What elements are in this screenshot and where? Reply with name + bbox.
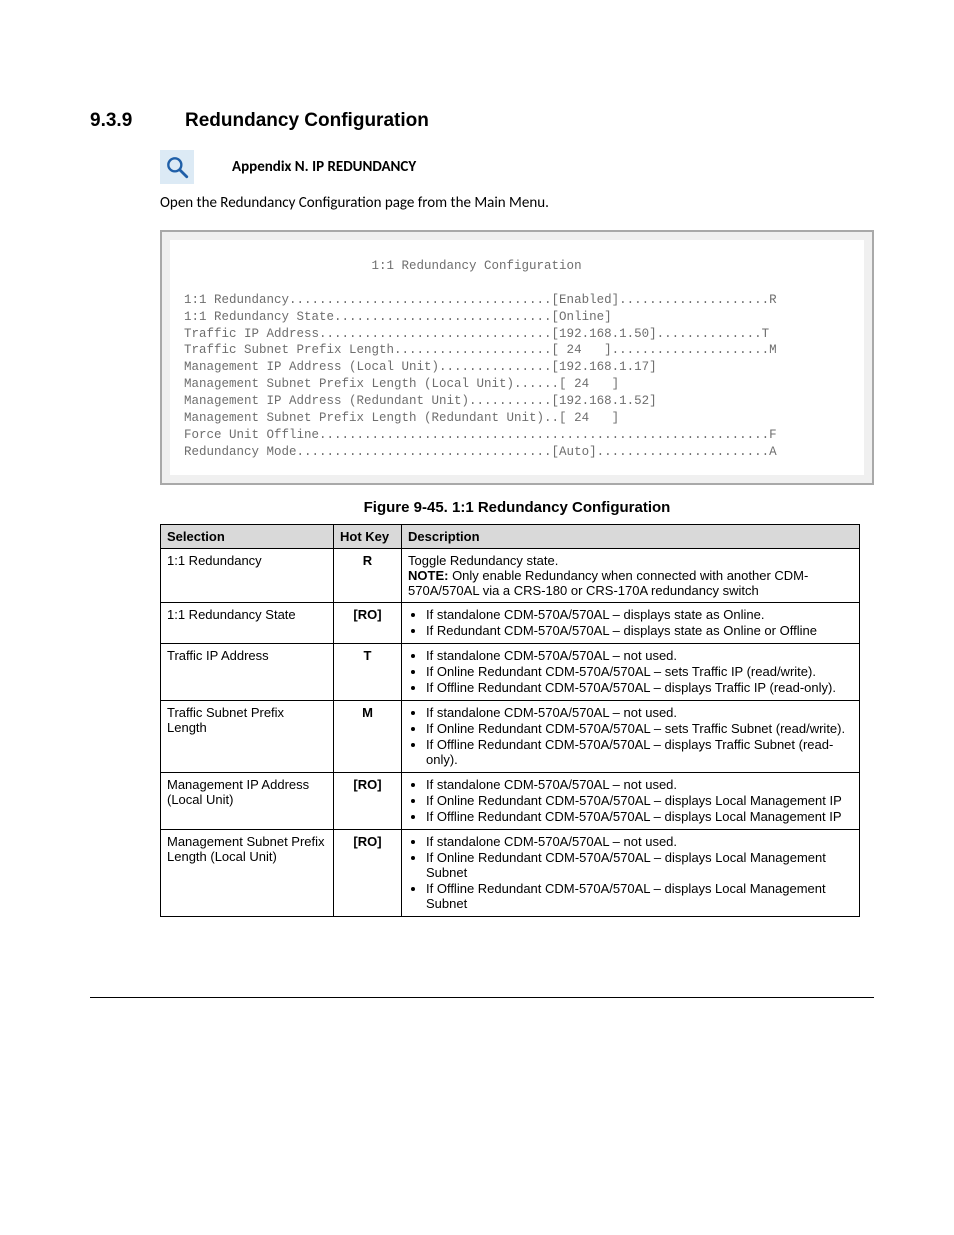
- cell-selection: 1:1 Redundancy State: [161, 602, 334, 643]
- magnifier-icon: [160, 150, 194, 184]
- cell-selection: Traffic IP Address: [161, 643, 334, 700]
- note-label: NOTE:: [408, 568, 448, 583]
- intro-text: Open the Redundancy Configuration page f…: [160, 194, 874, 212]
- section-heading: 9.3.9Redundancy Configuration: [90, 110, 874, 132]
- desc-list: If standalone CDM-570A/570AL – displays …: [408, 607, 853, 638]
- desc-list: If standalone CDM-570A/570AL – not used.…: [408, 777, 853, 824]
- footer-rule: [90, 997, 874, 998]
- cell-description: Toggle Redundancy state.NOTE: Only enabl…: [402, 548, 860, 602]
- figure-caption: Figure 9-45. 1:1 Redundancy Configuratio…: [160, 499, 874, 516]
- cell-description: If standalone CDM-570A/570AL – displays …: [402, 602, 860, 643]
- list-item: If standalone CDM-570A/570AL – not used.: [426, 648, 853, 663]
- cell-description: If standalone CDM-570A/570AL – not used.…: [402, 829, 860, 916]
- section-number: 9.3.9: [90, 110, 185, 132]
- list-item: If standalone CDM-570A/570AL – displays …: [426, 607, 853, 622]
- table-row: Management IP Address (Local Unit)[RO]If…: [161, 772, 860, 829]
- section-title: Redundancy Configuration: [185, 110, 429, 131]
- list-item: If Online Redundant CDM-570A/570AL – set…: [426, 721, 853, 736]
- desc-line: Toggle Redundancy state.: [408, 553, 853, 568]
- cell-hotkey: T: [334, 643, 402, 700]
- header-description: Description: [402, 524, 860, 548]
- cell-hotkey: [RO]: [334, 829, 402, 916]
- cell-hotkey: R: [334, 548, 402, 602]
- list-item: If Offline Redundant CDM-570A/570AL – di…: [426, 680, 853, 695]
- list-item: If Online Redundant CDM-570A/570AL – dis…: [426, 850, 853, 880]
- desc-note: NOTE: Only enable Redundancy when connec…: [408, 568, 853, 598]
- list-item: If Online Redundant CDM-570A/570AL – dis…: [426, 793, 853, 808]
- list-item: If standalone CDM-570A/570AL – not used.: [426, 834, 853, 849]
- table-row: Traffic Subnet Prefix LengthMIf standalo…: [161, 700, 860, 772]
- cell-description: If standalone CDM-570A/570AL – not used.…: [402, 700, 860, 772]
- cell-selection: Management Subnet Prefix Length (Local U…: [161, 829, 334, 916]
- list-item: If Offline Redundant CDM-570A/570AL – di…: [426, 881, 853, 911]
- list-item: If Offline Redundant CDM-570A/570AL – di…: [426, 737, 853, 767]
- cell-hotkey: [RO]: [334, 602, 402, 643]
- terminal-frame: 1:1 Redundancy Configuration 1:1 Redunda…: [160, 230, 874, 485]
- list-item: If standalone CDM-570A/570AL – not used.: [426, 777, 853, 792]
- list-item: If Offline Redundant CDM-570A/570AL – di…: [426, 809, 853, 824]
- header-hotkey: Hot Key: [334, 524, 402, 548]
- list-item: If standalone CDM-570A/570AL – not used.: [426, 705, 853, 720]
- cell-hotkey: [RO]: [334, 772, 402, 829]
- table-row: Management Subnet Prefix Length (Local U…: [161, 829, 860, 916]
- appendix-label: Appendix N. IP REDUNDANCY: [232, 150, 416, 176]
- cell-selection: Traffic Subnet Prefix Length: [161, 700, 334, 772]
- desc-list: If standalone CDM-570A/570AL – not used.…: [408, 705, 853, 767]
- table-row: 1:1 RedundancyRToggle Redundancy state.N…: [161, 548, 860, 602]
- list-item: If Online Redundant CDM-570A/570AL – set…: [426, 664, 853, 679]
- appendix-row: Appendix N. IP REDUNDANCY: [160, 150, 874, 184]
- table-row: Traffic IP AddressTIf standalone CDM-570…: [161, 643, 860, 700]
- cell-selection: 1:1 Redundancy: [161, 548, 334, 602]
- description-table: Selection Hot Key Description 1:1 Redund…: [160, 524, 860, 917]
- desc-list: If standalone CDM-570A/570AL – not used.…: [408, 834, 853, 911]
- cell-selection: Management IP Address (Local Unit): [161, 772, 334, 829]
- header-selection: Selection: [161, 524, 334, 548]
- terminal-output: 1:1 Redundancy Configuration 1:1 Redunda…: [170, 240, 864, 475]
- cell-description: If standalone CDM-570A/570AL – not used.…: [402, 643, 860, 700]
- cell-hotkey: M: [334, 700, 402, 772]
- table-row: 1:1 Redundancy State[RO] If standalone CD…: [161, 602, 860, 643]
- list-item: If Redundant CDM-570A/570AL – displays s…: [426, 623, 853, 638]
- desc-list: If standalone CDM-570A/570AL – not used.…: [408, 648, 853, 695]
- cell-description: If standalone CDM-570A/570AL – not used.…: [402, 772, 860, 829]
